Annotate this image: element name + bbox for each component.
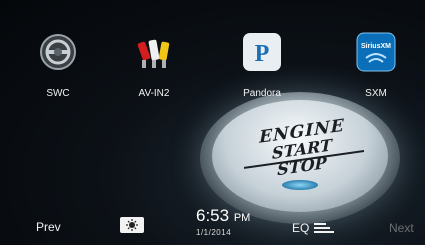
steering-wheel-icon <box>40 34 76 70</box>
rca-cables-icon <box>137 39 170 68</box>
app-av-in2[interactable]: AV-IN2 <box>124 32 184 104</box>
svg-text:SiriusXM: SiriusXM <box>361 43 391 50</box>
clock: 6:53 PM <box>196 206 250 226</box>
svg-text:P: P <box>255 41 270 67</box>
equalizer-icon <box>313 222 334 233</box>
home-screen: ENGINE START STOP SWC AV-IN2 P Pandora S… <box>0 0 425 245</box>
brightness-icon <box>126 219 138 231</box>
pandora-icon: P <box>243 33 281 71</box>
app-label: SXM <box>365 88 387 99</box>
status-led-icon <box>282 180 318 190</box>
eq-button[interactable]: EQ <box>292 221 335 235</box>
app-sxm[interactable]: SiriusXM SXM <box>346 32 406 104</box>
app-label: AV-IN2 <box>138 88 170 99</box>
app-label: SWC <box>46 88 70 99</box>
prev-button[interactable]: Prev <box>36 220 61 234</box>
siriusxm-icon: SiriusXM <box>356 32 396 72</box>
brightness-button[interactable] <box>120 217 144 233</box>
app-pandora[interactable]: P Pandora <box>232 32 292 104</box>
app-swc[interactable]: SWC <box>28 32 88 104</box>
eq-label: EQ <box>292 221 310 235</box>
time-value: 6:53 <box>196 206 230 225</box>
bottom-bar: Prev 6:53 PM 1/1/2014 EQ Next <box>0 203 425 245</box>
time-ampm: PM <box>233 212 251 224</box>
date: 1/1/2014 <box>196 228 232 237</box>
engine-start-stop-button: ENGINE START STOP <box>212 100 388 212</box>
app-label: Pandora <box>243 88 281 99</box>
next-button[interactable]: Next <box>389 221 414 235</box>
